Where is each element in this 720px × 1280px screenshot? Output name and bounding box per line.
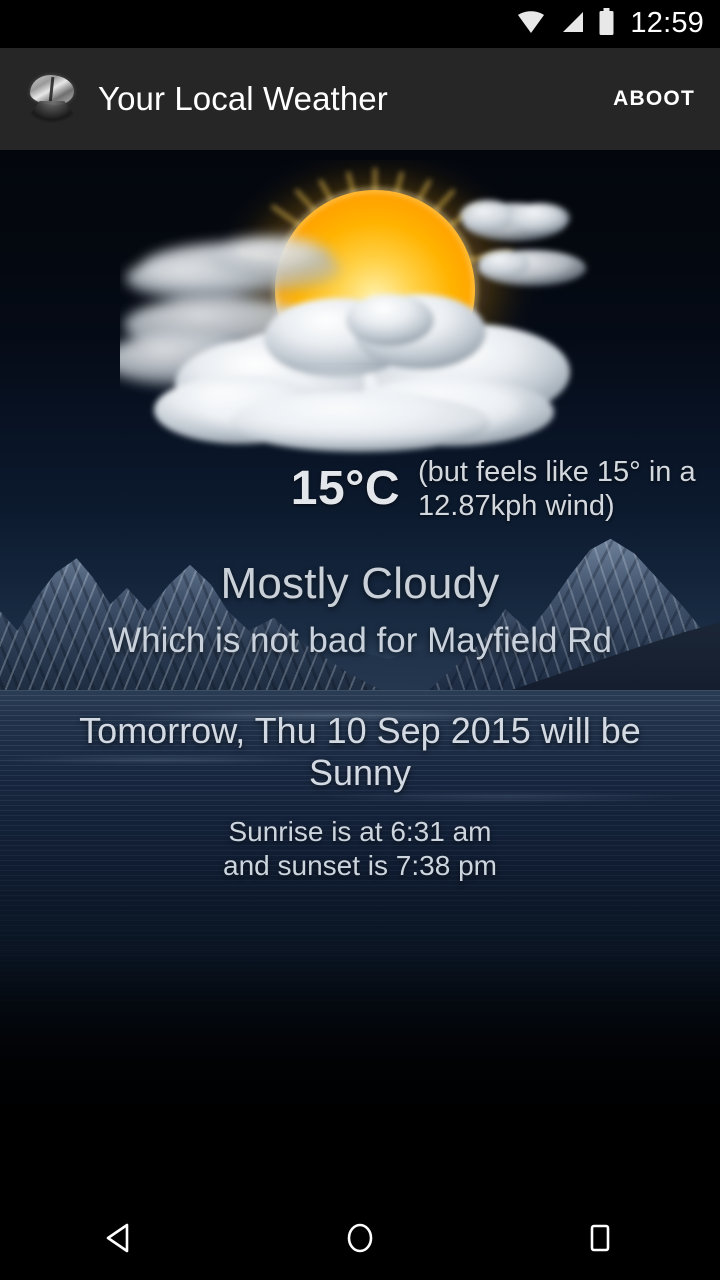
about-button[interactable]: ABOOT: [613, 87, 695, 111]
android-navigation-bar: [0, 1198, 720, 1280]
status-bar: 12:59: [0, 0, 720, 48]
current-temperature: 15°C: [290, 462, 400, 516]
recents-button[interactable]: [540, 1198, 660, 1280]
sunrise-sunset-text: Sunrise is at 6:31 am and sunset is 7:38 …: [223, 816, 497, 881]
tomorrow-forecast: Tomorrow, Thu 10 Sep 2015 will be Sunny: [79, 710, 641, 794]
sun-behind-cloud-icon: [104, 160, 610, 460]
location-note: Which is not bad for Mayfield Rd: [108, 621, 612, 660]
app-screen: 12:59 Your Local Weather ABOOT 15°C (but…: [0, 0, 720, 1280]
cloud-app-icon: [22, 71, 82, 127]
action-bar: Your Local Weather ABOOT: [0, 48, 720, 150]
cellular-signal-icon: [558, 9, 586, 40]
recents-square-icon: [582, 1220, 618, 1259]
back-button[interactable]: [60, 1198, 180, 1280]
home-button[interactable]: [300, 1198, 420, 1280]
weather-condition: Mostly Cloudy: [220, 559, 500, 608]
back-triangle-icon: [102, 1220, 138, 1259]
battery-icon: [598, 7, 615, 41]
status-bar-clock: 12:59: [630, 6, 704, 39]
feels-like-text: (but feels like 15° in a 12.87kph wind): [418, 456, 696, 523]
page-title: Your Local Weather: [98, 80, 388, 117]
wifi-icon: [516, 9, 546, 40]
home-circle-icon: [342, 1220, 378, 1259]
weather-content: 15°C (but feels like 15° in a 12.87kph w…: [0, 150, 720, 1280]
temperature-row: 15°C (but feels like 15° in a 12.87kph w…: [0, 455, 720, 523]
